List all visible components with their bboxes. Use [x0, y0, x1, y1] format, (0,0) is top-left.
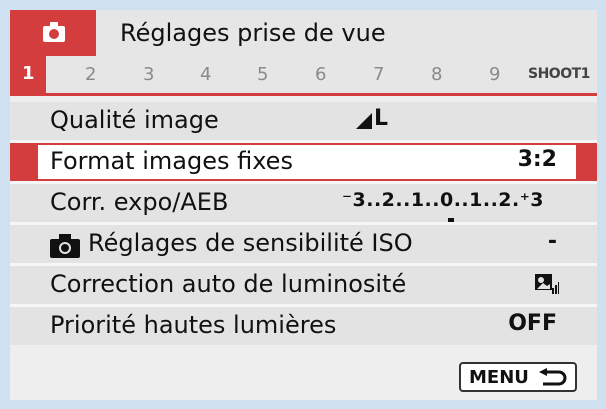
- return-arrow-icon: [539, 368, 567, 386]
- quality-large-icon: [356, 113, 372, 129]
- tab-3[interactable]: 3: [143, 64, 154, 85]
- menu-item-value: -: [547, 229, 557, 254]
- tab-6[interactable]: 6: [315, 64, 326, 85]
- auto-lighting-optimizer-icon: [535, 274, 559, 294]
- menu-item-image-quality[interactable]: Qualité image L: [10, 102, 597, 140]
- menu-item-label: Format images fixes: [50, 147, 293, 175]
- tab-2[interactable]: 2: [85, 64, 96, 85]
- menu-button-label: MENU: [469, 367, 529, 388]
- menu-item-label: Réglages de sensibilité ISO: [88, 229, 413, 257]
- tab-bar: 1 2 3 4 5 6 7 8 9 SHOOT1: [10, 56, 597, 96]
- tab-5[interactable]: 5: [257, 64, 268, 85]
- page-title: Réglages prise de vue: [120, 19, 386, 47]
- tab-4[interactable]: 4: [200, 64, 211, 85]
- tab-8[interactable]: 8: [431, 64, 442, 85]
- menu-item-label: Qualité image: [50, 106, 219, 134]
- exposure-scale: ⁻3..2..1..0..1..2.⁺3: [342, 189, 544, 211]
- tab-name-label: SHOOT1: [528, 66, 590, 82]
- menu-item-label: Correction auto de luminosité: [50, 270, 407, 298]
- menu-item-label: Corr. expo/AEB: [50, 188, 229, 216]
- menu-item-label: Priorité hautes lumières: [50, 311, 337, 339]
- menu-item-value: OFF: [508, 311, 557, 336]
- menu-return-button[interactable]: MENU: [459, 362, 577, 392]
- menu-item-auto-lighting-optimizer[interactable]: Correction auto de luminosité: [10, 266, 597, 304]
- camera-menu-screen: Réglages prise de vue 1 2 3 4 5 6 7 8 9 …: [10, 10, 597, 400]
- tab-1[interactable]: 1: [10, 56, 46, 93]
- menu-item-highlight-tone-priority[interactable]: Priorité hautes lumières OFF: [10, 307, 597, 345]
- shooting-category-tab[interactable]: [10, 10, 96, 56]
- menu-item-still-image-format[interactable]: Format images fixes 3:2: [10, 143, 597, 181]
- camera-icon: [50, 234, 80, 258]
- camera-icon: [43, 22, 65, 42]
- menu-header: Réglages prise de vue: [10, 10, 597, 56]
- menu-item-iso-settings[interactable]: Réglages de sensibilité ISO -: [10, 225, 597, 263]
- menu-item-value: 3:2: [517, 147, 557, 172]
- tab-7[interactable]: 7: [373, 64, 384, 85]
- menu-item-exposure-compensation[interactable]: Corr. expo/AEB ⁻3..2..1..0..1..2.⁺3: [10, 184, 597, 223]
- menu-item-value: L: [374, 106, 389, 131]
- tab-9[interactable]: 9: [489, 64, 500, 85]
